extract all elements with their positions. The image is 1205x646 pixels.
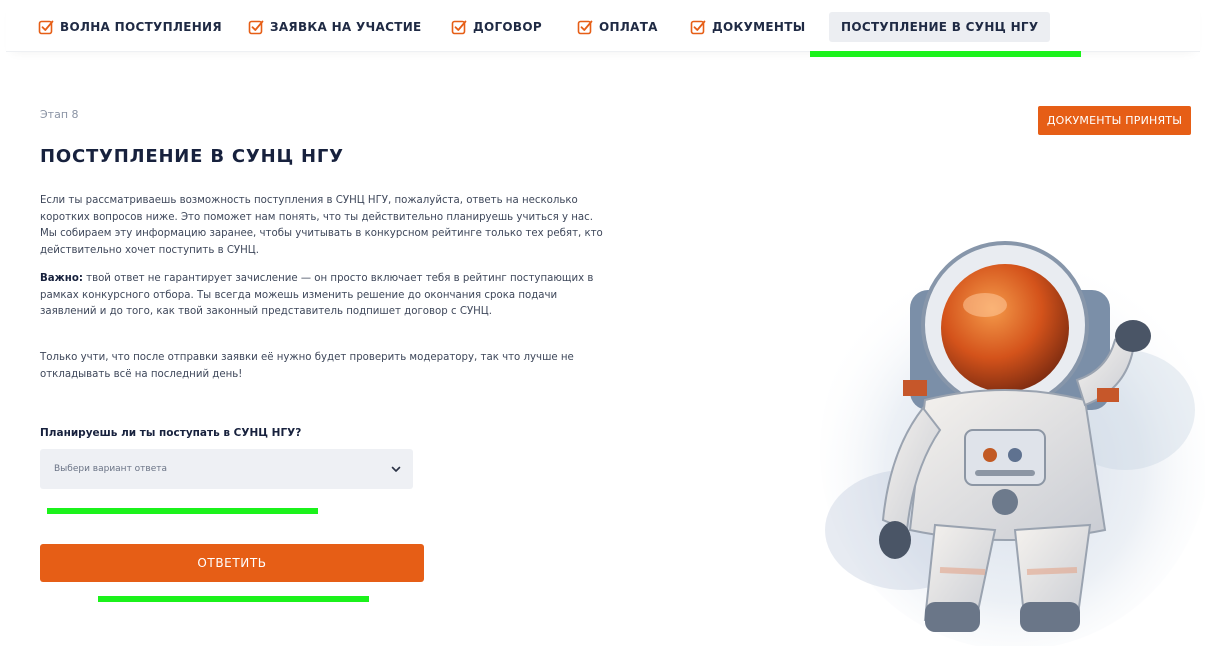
- submit-button[interactable]: ОТВЕТИТЬ: [40, 544, 424, 582]
- tab-payment[interactable]: ОПЛАТА: [577, 12, 658, 42]
- tab-label: ЗАЯВКА НА УЧАСТИЕ: [270, 20, 422, 34]
- checkbox-checked-icon: [38, 20, 54, 35]
- deadline-paragraph: Только учти, что после отправки заявки е…: [40, 352, 574, 380]
- checkbox-checked-icon: [451, 20, 467, 35]
- tab-documents[interactable]: ДОКУМЕНТЫ: [690, 12, 805, 42]
- stage-label: Этап 8: [40, 108, 79, 121]
- tab-label: ДОГОВОР: [473, 20, 542, 34]
- astronaut-illustration: [820, 241, 1205, 646]
- answer-select[interactable]: Выбери вариант ответа: [40, 449, 413, 489]
- tab-label: ВОЛНА ПОСТУПЛЕНИЯ: [60, 20, 222, 34]
- highlight-marker: [47, 508, 318, 514]
- top-navigation: ВОЛНА ПОСТУПЛЕНИЯ ЗАЯВКА НА УЧАСТИЕ ДОГО…: [6, 0, 1200, 52]
- important-paragraph: Важно: твой ответ не гарантирует зачисле…: [40, 271, 610, 321]
- tab-label: ОПЛАТА: [599, 20, 658, 34]
- highlight-marker: [98, 596, 369, 602]
- tab-application[interactable]: ЗАЯВКА НА УЧАСТИЕ: [248, 12, 422, 42]
- important-text: твой ответ не гарантирует зачисление — о…: [40, 273, 594, 317]
- select-placeholder: Выбери вариант ответа: [54, 464, 168, 474]
- tab-admission-sunc[interactable]: ПОСТУПЛЕНИЕ В СУНЦ НГУ: [829, 12, 1051, 42]
- page-title: ПОСТУПЛЕНИЕ В СУНЦ НГУ: [40, 146, 344, 167]
- tab-label: ДОКУМЕНТЫ: [712, 20, 806, 34]
- intro-paragraph: Если ты рассматриваешь возможность посту…: [40, 195, 603, 256]
- tab-admission-wave[interactable]: ВОЛНА ПОСТУПЛЕНИЯ: [38, 12, 222, 42]
- highlight-marker: [810, 51, 1081, 57]
- checkbox-checked-icon: [248, 20, 264, 35]
- important-label: Важно:: [40, 273, 83, 284]
- checkbox-checked-icon: [690, 20, 706, 35]
- question-label: Планируешь ли ты поступать в СУНЦ НГУ?: [40, 427, 302, 439]
- status-badge: ДОКУМЕНТЫ ПРИНЯТЫ: [1038, 106, 1191, 135]
- chevron-down-icon: [391, 466, 401, 472]
- tab-label: ПОСТУПЛЕНИЕ В СУНЦ НГУ: [841, 20, 1039, 34]
- tab-contract[interactable]: ДОГОВОР: [451, 12, 542, 42]
- checkbox-checked-icon: [577, 20, 593, 35]
